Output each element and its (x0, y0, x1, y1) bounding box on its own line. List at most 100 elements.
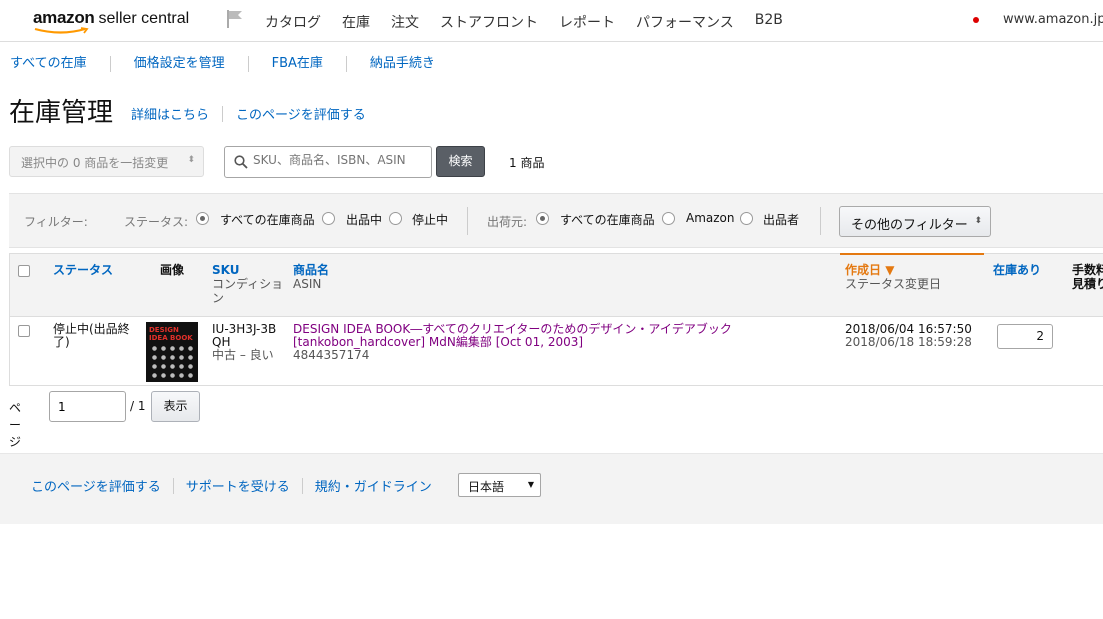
fulfillment-option-amazon[interactable]: Amazon (686, 211, 735, 225)
subnav-fba-inventory[interactable]: FBA在庫 (247, 56, 346, 72)
footer-links: このページを評価する サポートを受ける 規約・ガイドライン (31, 476, 432, 495)
col-created-label: 作成日 ▼ (845, 263, 941, 277)
select-all-checkbox[interactable] (18, 265, 30, 277)
nav-orders[interactable]: 注文 (391, 12, 419, 32)
status-option-all[interactable]: すべての在庫商品 (220, 211, 315, 228)
col-product-name[interactable]: 商品名 ASIN (293, 263, 329, 291)
nav-inventory[interactable]: 在庫 (342, 12, 370, 32)
language-select[interactable]: 日本語 ▼ (458, 473, 541, 497)
product-thumbnail[interactable]: DESIGN IDEA BOOK (146, 322, 198, 382)
main-nav: カタログ 在庫 注文 ストアフロント レポート パフォーマンス B2B (265, 12, 804, 32)
col-fee[interactable]: 手数料見積り (1072, 263, 1103, 291)
nav-performance[interactable]: パフォーマンス (636, 12, 734, 32)
status-option-active[interactable]: 出品中 (346, 211, 382, 228)
show-page-button[interactable]: 表示 (151, 391, 200, 422)
nav-reports[interactable]: レポート (559, 12, 615, 32)
top-nav: amazon seller central カタログ 在庫 注文 ストアフロント … (0, 0, 1103, 42)
search-box (224, 146, 432, 178)
fulfillment-radio-all[interactable] (536, 212, 549, 225)
table-row: 停止中(出品終了) DESIGN IDEA BOOK IU-3H3J-3BQH … (9, 317, 1103, 386)
bulk-action-select[interactable]: 選択中の 0 商品を一括変更 ⬍ (9, 146, 204, 177)
table-header: ステータス 画像 SKU コンディション 商品名 ASIN 作成日 ▼ ステータ… (9, 253, 1103, 317)
nav-catalog[interactable]: カタログ (265, 12, 321, 32)
col-status[interactable]: ステータス (53, 263, 113, 277)
language-value: 日本語 (468, 480, 505, 494)
col-sku-label: SKU (212, 263, 240, 277)
nav-b2b[interactable]: B2B (755, 12, 783, 32)
filter-divider (467, 207, 468, 235)
status-radio-active[interactable] (322, 212, 335, 225)
col-name-label: 商品名 (293, 263, 330, 277)
row-sku-cell: IU-3H3J-3BQH 中古 – 良い (212, 323, 284, 362)
footer-policies-link[interactable]: 規約・ガイドライン (315, 476, 432, 495)
footer-support-link[interactable]: サポートを受ける (186, 476, 290, 495)
status-option-inactive[interactable]: 停止中 (412, 211, 448, 228)
col-fee-label: 手数料見積り (1072, 263, 1103, 291)
status-radio-inactive[interactable] (389, 212, 402, 225)
col-condition-label: コンディション (212, 277, 284, 305)
updown-icon: ⬍ (187, 155, 195, 165)
fulfillment-radio-merchant[interactable] (740, 212, 753, 225)
fulfillment-radio-amazon[interactable] (662, 212, 675, 225)
col-inventory-label: 在庫あり (993, 263, 1042, 277)
row-sku: IU-3H3J-3BQH (212, 322, 277, 349)
logo-product: seller central (98, 10, 190, 27)
page-input[interactable] (49, 391, 126, 422)
row-status-changed: 2018/06/18 18:59:28 (845, 335, 972, 349)
search-icon (234, 155, 248, 169)
search-button[interactable]: 検索 (436, 146, 485, 177)
subnav-pricing[interactable]: 価格設定を管理 (109, 56, 248, 72)
fulfillment-option-merchant[interactable]: 出品者 (763, 211, 799, 228)
col-image: 画像 (160, 263, 184, 277)
amazon-smile-icon (34, 27, 89, 34)
col-asin-label: ASIN (293, 277, 322, 291)
flag-icon[interactable] (226, 9, 244, 29)
thumbnail-title: DESIGN IDEA BOOK (149, 326, 193, 342)
bulk-action-label: 選択中の 0 商品を一括変更 (21, 156, 169, 170)
inventory-subnav: すべての在庫 価格設定を管理 FBA在庫 納品手続き (0, 54, 458, 74)
fulfillment-option-all[interactable]: すべての在庫商品 (560, 211, 655, 228)
sort-desc-icon: ▼ (885, 263, 895, 277)
col-sku[interactable]: SKU コンディション (212, 263, 284, 305)
logo-brand: amazon (33, 8, 95, 27)
page-total: / 1 (130, 399, 146, 413)
nav-storefront[interactable]: ストアフロント (440, 12, 538, 32)
subnav-all-inventory[interactable]: すべての在庫 (0, 56, 110, 72)
row-dates: 2018/06/04 16:57:50 2018/06/18 18:59:28 (845, 323, 972, 349)
rate-page-link[interactable]: このページを評価する (236, 104, 366, 123)
col-inventory[interactable]: 在庫あり (993, 263, 1041, 277)
filter-divider (820, 207, 821, 235)
filter-label: フィルター: (24, 215, 88, 229)
thumbnail-pattern (150, 344, 194, 378)
row-checkbox[interactable] (18, 325, 30, 337)
fulfillment-filter-label: 出荷元: (487, 215, 528, 229)
row-condition: 中古 – 良い (212, 348, 274, 362)
subnav-shipments[interactable]: 納品手続き (345, 56, 458, 72)
created-header-text: 作成日 (845, 263, 882, 277)
seller-central-logo[interactable]: amazon seller central (33, 8, 189, 34)
col-status-label: ステータス (53, 263, 114, 277)
row-asin: 4844357174 (293, 348, 370, 362)
more-filters-button[interactable]: その他のフィルター ⬍ (839, 206, 991, 237)
sort-indicator (840, 253, 984, 255)
updown-icon: ⬍ (974, 216, 982, 226)
col-created[interactable]: 作成日 ▼ ステータス変更日 (845, 263, 941, 291)
quantity-input[interactable]: 2 (997, 324, 1053, 349)
divider (222, 105, 224, 122)
row-product-cell: DESIGN IDEA BOOK―すべてのクリエイターのためのデザイン・アイデア… (293, 323, 838, 362)
page-title: 在庫管理 (9, 98, 114, 128)
col-status-changed-label: ステータス変更日 (845, 277, 942, 291)
learn-more-link[interactable]: 詳細はこちら (131, 104, 209, 123)
footer-rate-link[interactable]: このページを評価する (31, 476, 161, 495)
japan-flag-icon[interactable] (970, 14, 982, 26)
inventory-table: ステータス 画像 SKU コンディション 商品名 ASIN 作成日 ▼ ステータ… (9, 253, 1103, 386)
dropdown-arrow-icon: ▼ (527, 480, 534, 489)
marketplace-switcher[interactable]: www.amazon.jp (1003, 12, 1103, 27)
product-title-link[interactable]: DESIGN IDEA BOOK―すべてのクリエイターのためのデザイン・アイデア… (293, 323, 838, 349)
status-radio-all[interactable] (196, 212, 209, 225)
search-input[interactable] (253, 153, 428, 167)
status-filter-label: ステータス: (124, 215, 189, 229)
col-image-label: 画像 (160, 263, 185, 277)
more-filters-label: その他のフィルター (851, 218, 968, 233)
row-status: 停止中(出品終了) (53, 322, 130, 349)
